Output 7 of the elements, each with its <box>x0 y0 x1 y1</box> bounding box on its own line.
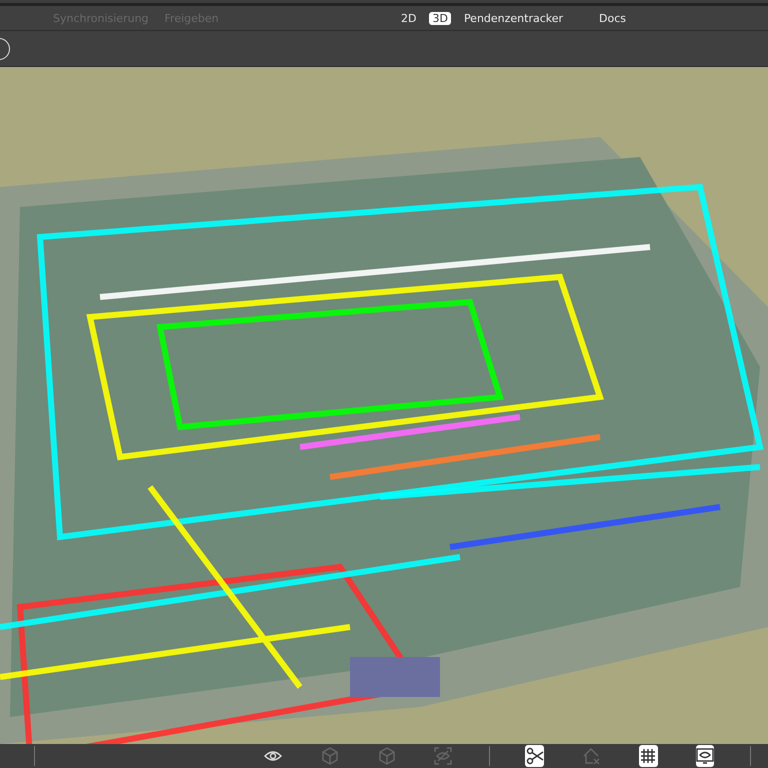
grid-icon[interactable] <box>638 745 658 767</box>
view-tab[interactable]: 3D <box>429 12 451 24</box>
eye-screen-icon[interactable] <box>696 745 714 767</box>
view-tab[interactable]: 2D <box>398 12 420 24</box>
scissors-icon[interactable] <box>525 745 544 767</box>
view-tab[interactable]: Docs <box>596 12 630 24</box>
view-tab[interactable]: Pendenzentracker <box>460 12 566 24</box>
